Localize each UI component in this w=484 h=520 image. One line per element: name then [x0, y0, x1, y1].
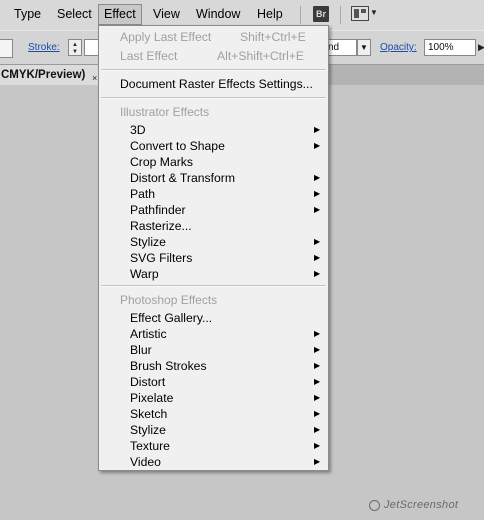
menu-item-stylize-photoshop[interactable]: Stylize ▶: [99, 422, 328, 438]
menu-item-label: Convert to Shape: [130, 139, 225, 153]
submenu-arrow-icon: ▶: [314, 189, 321, 198]
menu-item-distort[interactable]: Distort ▶: [99, 374, 328, 390]
menu-window[interactable]: Window: [190, 4, 246, 25]
submenu-arrow-icon: ▶: [314, 361, 321, 370]
menu-item-label: Document Raster Effects Settings...: [120, 77, 313, 91]
submenu-arrow-icon: ▶: [314, 457, 321, 466]
fill-color-box[interactable]: [0, 39, 13, 58]
menu-item-rasterize[interactable]: Rasterize...: [99, 218, 328, 234]
chevron-up-icon[interactable]: ▲: [72, 42, 78, 48]
menu-separator: [101, 97, 326, 99]
menu-item-sketch[interactable]: Sketch ▶: [99, 406, 328, 422]
menu-divider: [300, 6, 301, 24]
submenu-arrow-icon: ▶: [314, 345, 321, 354]
chevron-down-icon[interactable]: ▼: [72, 49, 78, 55]
submenu-arrow-icon: ▶: [314, 205, 321, 214]
watermark-text: JetScreenshot: [384, 499, 459, 511]
menu-item-brush-strokes[interactable]: Brush Strokes ▶: [99, 358, 328, 374]
illustrator-effects-header: Illustrator Effects: [120, 105, 210, 119]
menu-item-pathfinder[interactable]: Pathfinder ▶: [99, 202, 328, 218]
menu-item-label: Rasterize...: [130, 219, 192, 233]
bridge-icon[interactable]: Br: [313, 6, 329, 22]
menu-item-apply-last-effect: Apply Last Effect Shift+Ctrl+E: [99, 29, 328, 45]
menu-item-texture[interactable]: Texture ▶: [99, 438, 328, 454]
stroke-weight-stepper[interactable]: ▲ ▼: [68, 39, 82, 56]
submenu-arrow-icon: ▶: [314, 253, 321, 262]
menu-help[interactable]: Help: [251, 4, 289, 25]
menu-item-shortcut: Alt+Shift+Ctrl+E: [217, 49, 305, 63]
menu-item-label: Crop Marks: [130, 155, 193, 169]
submenu-arrow-icon: ▶: [314, 269, 321, 278]
blend-mode-field[interactable]: nd: [327, 39, 357, 56]
submenu-arrow-icon: ▶: [314, 329, 321, 338]
effect-menu: Apply Last Effect Shift+Ctrl+E Last Effe…: [98, 25, 329, 471]
menu-item-label: Apply Last Effect: [120, 30, 212, 44]
menu-item-3d[interactable]: 3D ▶: [99, 122, 328, 138]
menu-item-blur[interactable]: Blur ▶: [99, 342, 328, 358]
submenu-arrow-icon: ▶: [314, 173, 321, 182]
menu-item-label: Blur: [130, 343, 152, 357]
menu-item-label: Texture: [130, 439, 170, 453]
menu-item-shortcut: Shift+Ctrl+E: [240, 30, 306, 44]
menu-item-effect-gallery[interactable]: Effect Gallery...: [99, 310, 328, 326]
menu-item-svg-filters[interactable]: SVG Filters ▶: [99, 250, 328, 266]
menu-effect[interactable]: Effect: [98, 4, 142, 25]
menu-item-label: Stylize: [130, 235, 166, 249]
menu-view[interactable]: View: [147, 4, 186, 25]
menu-item-last-effect: Last Effect Alt+Shift+Ctrl+E: [99, 48, 328, 64]
watermark-icon: [369, 500, 380, 511]
menu-item-label: Artistic: [130, 327, 167, 341]
photoshop-effects-header: Photoshop Effects: [120, 293, 218, 307]
menu-item-label: Effect Gallery...: [130, 311, 213, 325]
document-tab-label: CMYK/Preview): [1, 69, 86, 81]
menu-item-distort-transform[interactable]: Distort & Transform ▶: [99, 170, 328, 186]
menu-item-label: Video: [130, 455, 161, 469]
document-tab[interactable]: CMYK/Preview) ×: [0, 65, 98, 85]
menu-separator: [101, 69, 326, 71]
menu-divider: [340, 6, 341, 24]
submenu-arrow-icon: ▶: [314, 125, 321, 134]
menu-item-label: Sketch: [130, 407, 168, 421]
submenu-arrow-icon: ▶: [314, 425, 321, 434]
submenu-arrow-icon: ▶: [314, 141, 321, 150]
submenu-arrow-icon: ▶: [314, 393, 321, 402]
menu-item-label: Path: [130, 187, 156, 201]
menu-select[interactable]: Select: [51, 4, 98, 25]
menu-item-label: Warp: [130, 267, 159, 281]
menu-type[interactable]: Type: [8, 4, 47, 25]
submenu-arrow-icon: ▶: [314, 409, 321, 418]
menu-item-convert-to-shape[interactable]: Convert to Shape ▶: [99, 138, 328, 154]
menu-item-path[interactable]: Path ▶: [99, 186, 328, 202]
menu-item-label: Distort: [130, 375, 166, 389]
menu-item-artistic[interactable]: Artistic ▶: [99, 326, 328, 342]
menu-item-stylize[interactable]: Stylize ▶: [99, 234, 328, 250]
blend-mode-dropdown-button[interactable]: ▼: [357, 39, 371, 56]
menu-item-label: Brush Strokes: [130, 359, 207, 373]
menu-item-label: Pixelate: [130, 391, 174, 405]
chevron-right-icon[interactable]: ▶: [478, 42, 484, 53]
menu-item-pixelate[interactable]: Pixelate ▶: [99, 390, 328, 406]
submenu-arrow-icon: ▶: [314, 237, 321, 246]
menu-item-document-raster-effects-settings[interactable]: Document Raster Effects Settings...: [99, 76, 328, 92]
menu-item-label: SVG Filters: [130, 251, 193, 265]
submenu-arrow-icon: ▶: [314, 441, 321, 450]
menu-separator: [101, 285, 326, 287]
menu-item-label: Distort & Transform: [130, 171, 235, 185]
stroke-label[interactable]: Stroke:: [28, 42, 60, 53]
opacity-field[interactable]: 100%: [424, 39, 476, 56]
opacity-label[interactable]: Opacity:: [380, 42, 417, 53]
menu-item-label: Pathfinder: [130, 203, 186, 217]
menu-item-crop-marks[interactable]: Crop Marks: [99, 154, 328, 170]
menu-item-video[interactable]: Video ▶: [99, 454, 328, 470]
menu-item-label: Last Effect: [120, 49, 178, 63]
chevron-down-icon[interactable]: ▼: [370, 8, 378, 17]
menu-item-label: 3D: [130, 123, 146, 137]
submenu-arrow-icon: ▶: [314, 377, 321, 386]
arrange-documents-icon[interactable]: [351, 6, 369, 21]
menu-item-label: Stylize: [130, 423, 166, 437]
menu-item-warp[interactable]: Warp ▶: [99, 266, 328, 282]
